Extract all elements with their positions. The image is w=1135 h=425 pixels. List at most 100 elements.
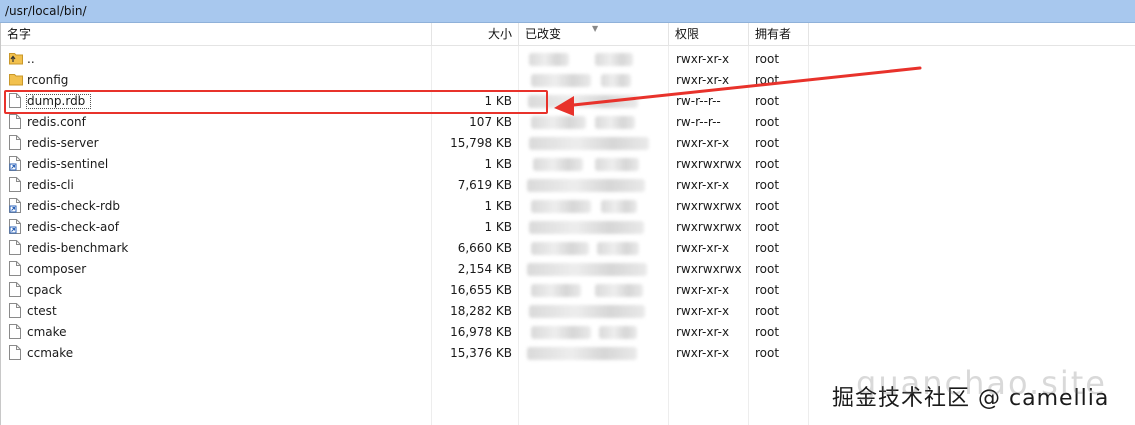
column-header-name[interactable]: 名字 (1, 23, 432, 45)
file-row[interactable]: redis-sentinel 1 KB rwxrwxrwx root (1, 154, 1135, 175)
file-row[interactable]: composer 2,154 KB rwxrwxrwx root (1, 259, 1135, 280)
file-icon (9, 177, 23, 193)
file-name: rconfig (27, 73, 69, 87)
file-permissions: rwxr-xr-x (676, 136, 730, 150)
file-owner: root (755, 325, 780, 339)
file-row[interactable]: redis-check-aof 1 KB rwxrwxrwx root (1, 217, 1135, 238)
file-row[interactable]: redis-cli 7,619 KB rwxr-xr-x root (1, 175, 1135, 196)
file-modified-redacted (525, 133, 665, 154)
column-header-name-label: 名字 (7, 27, 32, 41)
file-size (432, 49, 512, 70)
file-size: 15,376 KB (450, 346, 512, 360)
file-icon (9, 303, 23, 319)
file-row[interactable]: cmake 16,978 KB rwxr-xr-x root (1, 322, 1135, 343)
column-header-size[interactable]: 大小 (432, 23, 519, 45)
file-owner: root (755, 346, 780, 360)
file-owner: root (755, 241, 780, 255)
file-permissions: rwxrwxrwx (676, 262, 742, 276)
file-modified-redacted (525, 196, 665, 217)
file-owner: root (755, 220, 780, 234)
file-icon (9, 240, 23, 256)
file-name: .. (27, 52, 35, 66)
red-arrow-annotation (554, 66, 922, 116)
file-size: 18,282 KB (450, 304, 512, 318)
file-name: ccmake (27, 346, 74, 360)
file-size: 7,619 KB (457, 178, 512, 192)
file-modified-redacted (525, 343, 665, 364)
highlight-box-annotation (4, 90, 548, 114)
file-owner: root (755, 283, 780, 297)
path-bar[interactable]: /usr/local/bin/ (0, 0, 1135, 23)
file-size: 16,655 KB (450, 283, 512, 297)
file-name: redis-cli (27, 178, 74, 192)
file-permissions: rwxr-xr-x (676, 304, 730, 318)
file-row[interactable]: redis-server 15,798 KB rwxr-xr-x root (1, 133, 1135, 154)
file-icon (9, 324, 23, 340)
file-name: ctest (27, 304, 57, 318)
file-permissions: rwxrwxrwx (676, 199, 742, 213)
column-header-size-label: 大小 (487, 27, 512, 41)
file-modified-redacted (525, 238, 665, 259)
file-size: 1 KB (484, 199, 512, 213)
file-permissions: rwxrwxrwx (676, 157, 742, 171)
symlink-icon (9, 198, 23, 214)
file-size: 107 KB (469, 115, 512, 129)
file-modified-redacted (525, 322, 665, 343)
file-icon (9, 345, 23, 361)
file-permissions: rwxr-xr-x (676, 178, 730, 192)
column-header-permissions-label: 权限 (675, 27, 700, 41)
column-header-modified-label: 已改变 (525, 27, 562, 41)
file-permissions: rwxr-xr-x (676, 346, 730, 360)
file-icon (9, 114, 23, 130)
file-size: 15,798 KB (450, 136, 512, 150)
file-row[interactable]: ctest 18,282 KB rwxr-xr-x root (1, 301, 1135, 322)
file-size: 6,660 KB (457, 241, 512, 255)
file-owner: root (755, 157, 780, 171)
file-name: cpack (27, 283, 63, 297)
column-header-owner[interactable]: 拥有者 (749, 23, 809, 45)
file-icon (9, 282, 23, 298)
symlink-icon (9, 156, 23, 172)
file-modified-redacted (525, 217, 665, 238)
file-size (432, 70, 512, 91)
file-owner: root (755, 262, 780, 276)
file-row[interactable]: redis-check-rdb 1 KB rwxrwxrwx root (1, 196, 1135, 217)
file-modified-redacted (525, 175, 665, 196)
file-name: redis-server (27, 136, 99, 150)
sort-descending-icon: ▼ (592, 24, 599, 33)
file-row[interactable]: cpack 16,655 KB rwxr-xr-x root (1, 280, 1135, 301)
file-permissions: rwxr-xr-x (676, 283, 730, 297)
file-row[interactable]: ccmake 15,376 KB rwxr-xr-x root (1, 343, 1135, 364)
file-owner: root (755, 304, 780, 318)
column-header-permissions[interactable]: 权限 (669, 23, 749, 45)
file-owner: root (755, 136, 780, 150)
file-icon (9, 135, 23, 151)
file-modified-redacted (525, 259, 665, 280)
file-name: composer (27, 262, 87, 276)
file-name: cmake (27, 325, 67, 339)
file-owner: root (755, 178, 780, 192)
file-size: 1 KB (484, 220, 512, 234)
file-permissions: rwxr-xr-x (676, 325, 730, 339)
watermark-ghost-text: guanchao.site (856, 364, 1107, 402)
file-size: 2,154 KB (457, 262, 512, 276)
symlink-icon (9, 219, 23, 235)
file-name: redis-benchmark (27, 241, 129, 255)
file-name: redis-check-rdb (27, 199, 121, 213)
file-permissions: rwxrwxrwx (676, 220, 742, 234)
file-permissions: rwxr-xr-x (676, 241, 730, 255)
file-name: redis-check-aof (27, 220, 119, 234)
file-row[interactable]: redis-benchmark 6,660 KB rwxr-xr-x root (1, 238, 1135, 259)
file-modified-redacted (525, 154, 665, 175)
file-size: 1 KB (484, 157, 512, 171)
path-text: /usr/local/bin/ (5, 4, 87, 18)
file-name: redis.conf (27, 115, 86, 129)
column-header-owner-label: 拥有者 (755, 27, 792, 41)
file-name: redis-sentinel (27, 157, 109, 171)
folder-icon (9, 72, 23, 88)
watermark: guanchao.site 掘金技术社区 @ camellia (832, 364, 1109, 412)
file-modified-redacted (525, 280, 665, 301)
file-modified-redacted (525, 301, 665, 322)
file-size: 16,978 KB (450, 325, 512, 339)
parent-folder-icon (9, 51, 23, 67)
